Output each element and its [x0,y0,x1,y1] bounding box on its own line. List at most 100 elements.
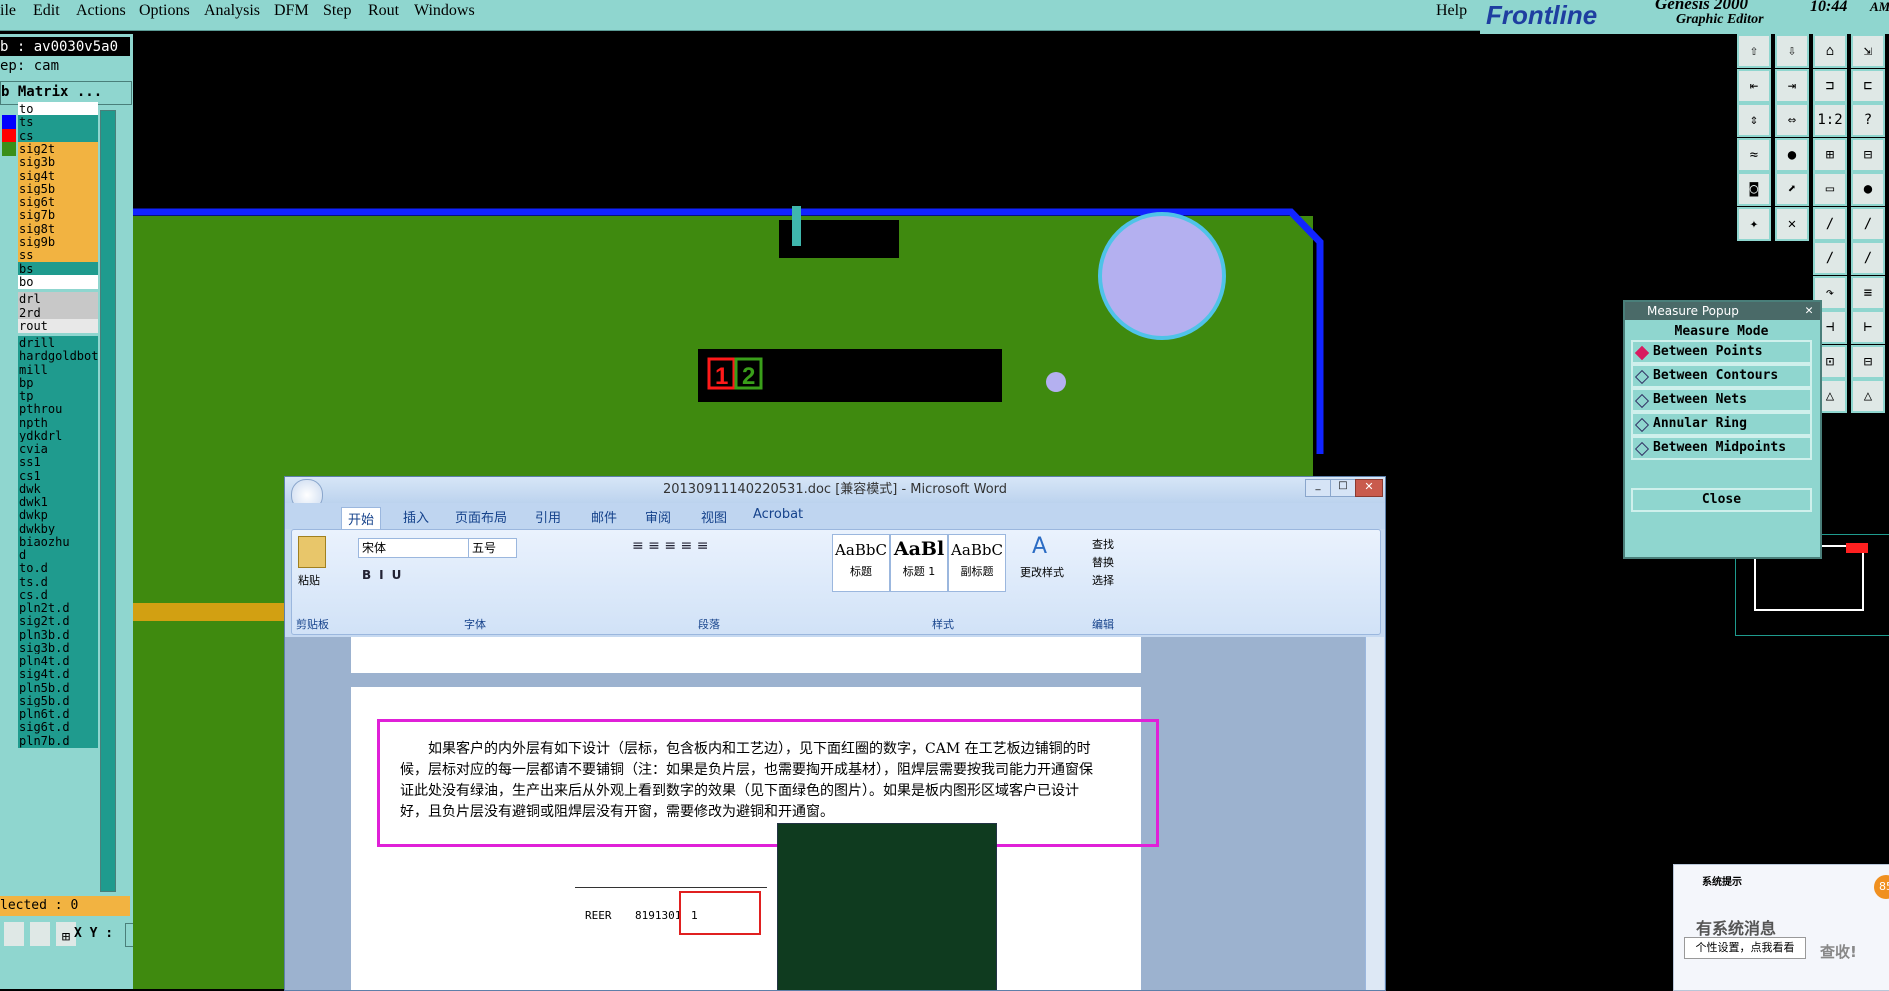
word-scrollbar[interactable] [1365,637,1384,990]
misc-layer-row[interactable]: ydkdrl [18,428,98,443]
layer-scrollbar[interactable] [100,110,116,892]
tool-button-icon[interactable]: ⊞ [1813,137,1847,172]
misc-layer-row[interactable]: cvia [18,442,98,457]
close-icon[interactable]: ✕ [1801,303,1817,319]
tab-home[interactable]: 开始 [341,507,382,530]
minimize-icon[interactable]: _ [1305,479,1331,497]
layer-row[interactable]: sig6t [18,195,98,210]
misc-layer-row[interactable]: mill [18,362,98,377]
tool-button-icon[interactable]: 1:2 [1813,103,1847,137]
misc-layer-row[interactable]: dwkp [18,508,98,523]
misc-layer-row[interactable]: sig2t.d [18,614,98,629]
misc-layer-row[interactable]: pln7b.d [18,733,98,748]
tool-button-icon[interactable]: ⇧ [1737,34,1771,68]
tool-button-icon[interactable]: ◙ [1737,172,1771,206]
menu-actions[interactable]: Actions [76,2,126,20]
misc-layer-row[interactable]: pln3b.d [18,627,98,642]
tool-button-icon[interactable]: ⌂ [1813,34,1847,68]
tool-button-icon[interactable]: ⊢ [1851,310,1885,344]
tool-button-icon[interactable]: ⇔ [1775,103,1809,137]
layer-row[interactable]: bs [18,261,98,276]
tool-button-icon[interactable]: ≈ [1737,137,1771,172]
misc-layer-row[interactable]: to.d [18,561,98,576]
tool-button-icon[interactable]: ⊏ [1851,68,1885,103]
close-window-icon[interactable]: ✕ [1355,479,1383,497]
system-notification[interactable]: 系统提示 有系统消息 个性设置，点我看看 查收! 85 [1673,864,1889,991]
menu-edit[interactable]: Edit [33,2,60,20]
paste-icon[interactable] [298,536,326,568]
maximize-icon[interactable]: □ [1330,479,1356,497]
tool-button-icon[interactable]: ✦ [1737,206,1771,241]
tab-acrobat[interactable]: Acrobat [753,507,803,522]
misc-layer-row[interactable]: sig5b.d [18,693,98,708]
tab-view[interactable]: 视图 [701,507,727,526]
layer-row[interactable]: ss [18,248,98,263]
change-styles-icon[interactable]: A [1032,534,1054,559]
tool-button-icon[interactable]: ⊐ [1813,68,1847,103]
mode-between-points[interactable]: Between Points [1631,340,1812,364]
misc-layer-row[interactable]: drill [18,336,98,351]
misc-layer-row[interactable]: dwk1 [18,495,98,510]
replace-button[interactable]: 替换 [1092,554,1114,570]
tool-button-icon[interactable]: ⬈ [1775,172,1809,206]
draw-icon[interactable] [28,920,52,948]
notification-link[interactable]: 查收! [1820,941,1857,962]
tab-layout[interactable]: 页面布局 [455,507,507,526]
misc-layer-row[interactable]: pthrou [18,402,98,417]
misc-layer-row[interactable]: ss1 [18,455,98,470]
tool-button-icon[interactable]: ⇤ [1737,68,1771,103]
misc-layer-row[interactable]: cs1 [18,468,98,483]
layer-row[interactable]: sig2t [18,141,98,156]
document-area[interactable]: 如果客户的内外层有如下设计（层标，包含板内和工艺边），见下面红圈的数字，CAM … [285,637,1365,990]
menu-rout[interactable]: Rout [368,2,399,20]
misc-layer-row[interactable]: tp [18,389,98,404]
misc-layer-row[interactable]: biaozhu [18,534,98,549]
drill-layer-row[interactable]: drl [18,292,98,307]
tool-button-icon[interactable]: ⇥ [1775,68,1809,103]
menu-step[interactable]: Step [323,2,351,20]
layer-row[interactable]: bo [18,274,98,289]
tool-button-icon[interactable]: ∕ [1851,241,1885,275]
layer-row[interactable]: sig7b [18,208,98,223]
tool-button-icon[interactable]: ? [1851,103,1885,137]
style-subtitle[interactable]: AaBbC 副标题 [948,534,1006,592]
tool-button-icon[interactable]: ∕ [1813,241,1847,275]
layer-row[interactable]: sig8t [18,221,98,236]
mode-between-contours[interactable]: Between Contours [1631,364,1812,388]
layer-row[interactable]: ts [18,115,98,130]
tool-button-icon[interactable]: ▭ [1813,172,1847,206]
tool-button-icon[interactable]: ⇩ [1775,34,1809,68]
tool-button-icon[interactable]: ✕ [1775,206,1809,241]
style-heading1[interactable]: AaBl 标题 1 [890,534,948,592]
layer-row[interactable]: sig5b [18,181,98,196]
menu-file[interactable]: ile [0,2,16,20]
tab-references[interactable]: 引用 [535,507,561,526]
find-button[interactable]: 查找 [1092,536,1114,552]
tool-button-icon[interactable]: ⊟ [1851,344,1885,379]
layer-row[interactable]: to [18,102,98,116]
misc-layer-row[interactable]: pln6t.d [18,707,98,722]
misc-layer-row[interactable]: dwk [18,481,98,496]
drill-layer-row[interactable]: rout [18,318,98,333]
misc-layer-row[interactable]: bp [18,375,98,390]
style-heading[interactable]: AaBbC 标题 [832,534,890,592]
tab-mailings[interactable]: 邮件 [591,507,617,526]
tool-button-icon[interactable]: ⇲ [1851,34,1885,68]
misc-layer-row[interactable]: d [18,548,98,563]
tool-button-icon[interactable]: ⊟ [1851,137,1885,172]
tool-button-icon[interactable]: ● [1775,137,1809,172]
misc-layer-row[interactable]: npth [18,415,98,430]
tool-button-icon[interactable]: ∕ [1851,206,1885,241]
misc-layer-row[interactable]: pln5b.d [18,680,98,695]
misc-layer-row[interactable]: sig3b.d [18,640,98,655]
misc-layer-row[interactable]: sig6t.d [18,720,98,735]
mode-between-nets[interactable]: Between Nets [1631,388,1812,412]
misc-layer-row[interactable]: cs.d [18,587,98,602]
tool-button-icon[interactable]: ≡ [1851,275,1885,310]
layer-row[interactable]: sig3b [18,155,98,170]
menu-analysis[interactable]: Analysis [204,2,260,20]
tab-review[interactable]: 审阅 [645,507,671,526]
menu-dfm[interactable]: DFM [274,2,309,20]
misc-layer-row[interactable]: dwkby [18,521,98,536]
misc-layer-row[interactable]: hardgoldbott [18,349,98,364]
